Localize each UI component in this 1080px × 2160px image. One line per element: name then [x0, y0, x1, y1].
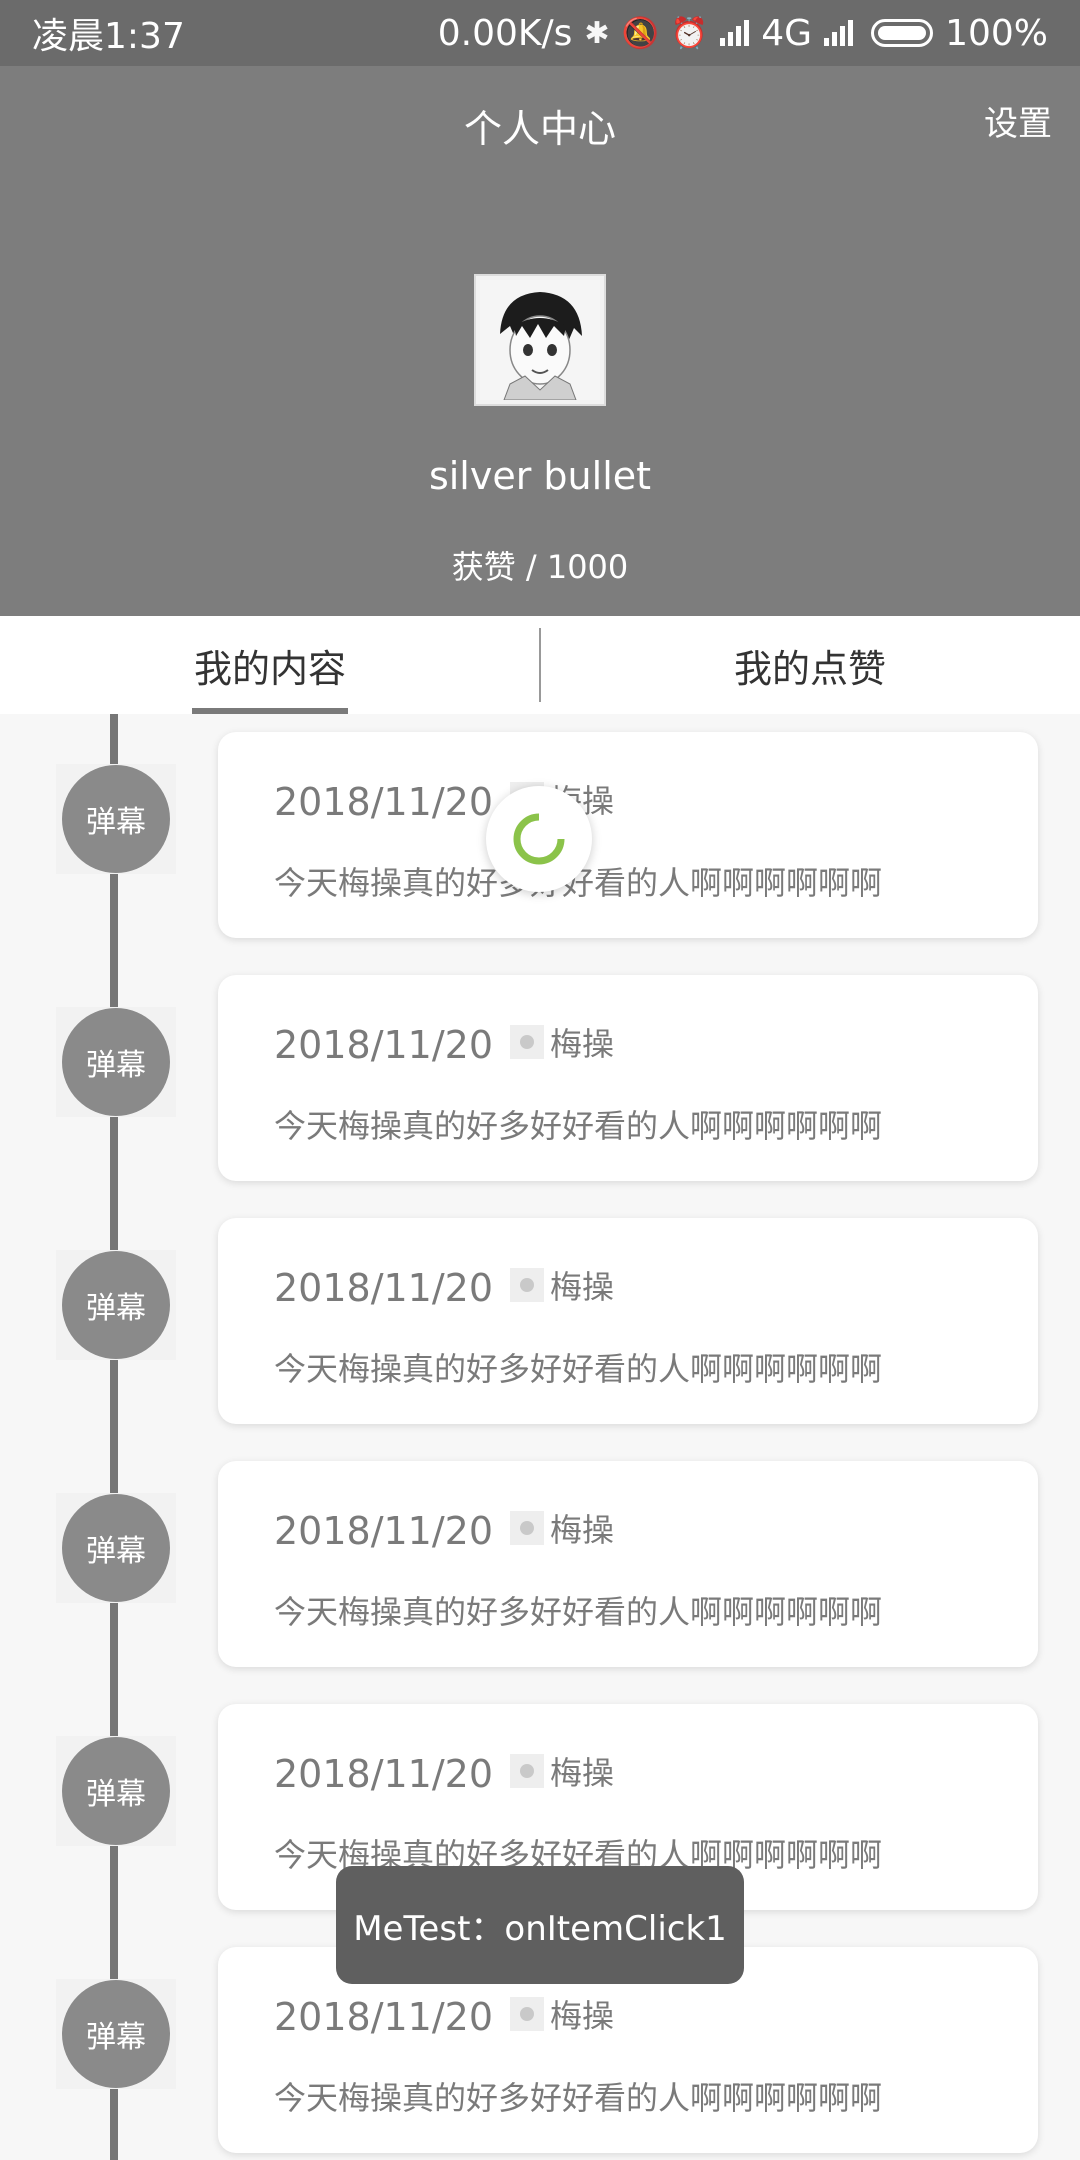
- content-card[interactable]: 2018/11/20 梅操 今天梅操真的好多好好看的人啊啊啊啊啊啊: [218, 732, 1038, 938]
- card-date: 2018/11/20: [274, 1509, 494, 1553]
- card-location: 梅操: [510, 1262, 614, 1308]
- danmu-badge: 弹幕: [62, 765, 170, 873]
- bluetooth-icon: ✱: [584, 15, 610, 51]
- location-pin-icon: [510, 1268, 544, 1302]
- location-label: 梅操: [550, 1025, 615, 1063]
- card-text: 今天梅操真的好多好好看的人啊啊啊啊啊啊: [274, 1350, 883, 1388]
- location-pin-icon: [510, 1025, 544, 1059]
- refresh-spinner-icon: [513, 813, 565, 865]
- card-date: 2018/11/20: [274, 780, 494, 824]
- card-date: 2018/11/20: [274, 1023, 494, 1067]
- card-text: 今天梅操真的好多好好看的人啊啊啊啊啊啊: [274, 2079, 883, 2117]
- content-card[interactable]: 2018/11/20 梅操 今天梅操真的好多好好看的人啊啊啊啊啊啊: [218, 975, 1038, 1181]
- username: silver bullet: [428, 454, 652, 498]
- network-type: 4G: [761, 12, 813, 54]
- tab-my-content[interactable]: 我的内容: [0, 616, 540, 714]
- list-item[interactable]: 弹幕 2018/11/20 梅操 今天梅操真的好多好好看的人啊啊啊啊啊啊: [0, 1443, 1080, 1667]
- badge-wrap: 弹幕: [56, 1736, 176, 1846]
- card-date: 2018/11/20: [274, 1995, 494, 2039]
- badge-wrap: 弹幕: [56, 764, 176, 874]
- avatar[interactable]: [474, 274, 606, 406]
- badge-wrap: 弹幕: [56, 1007, 176, 1117]
- location-label: 梅操: [550, 1511, 615, 1549]
- status-bar: 凌晨1:37 0.00K/s ✱ 🔕 ⏰ 4G 100%: [0, 0, 1080, 66]
- danmu-badge: 弹幕: [62, 1008, 170, 1116]
- profile-header: 个人中心 设置 silver bullet 获赞 / 1000: [0, 66, 1080, 616]
- card-location: 梅操: [510, 1019, 614, 1065]
- toast-message: MeTest：onItemClick1: [336, 1866, 744, 1984]
- card-text: 今天梅操真的好多好好看的人啊啊啊啊啊啊: [274, 1107, 883, 1145]
- content-card[interactable]: 2018/11/20 梅操 今天梅操真的好多好好看的人啊啊啊啊啊啊: [218, 1461, 1038, 1667]
- danmu-badge: 弹幕: [62, 1494, 170, 1602]
- location-label: 梅操: [550, 1268, 615, 1306]
- badge-wrap: 弹幕: [56, 1493, 176, 1603]
- network-speed: 0.00K/s: [437, 12, 573, 54]
- likes-count: 获赞 / 1000: [451, 548, 629, 586]
- location-pin-icon: [510, 1511, 544, 1545]
- card-date: 2018/11/20: [274, 1266, 494, 1310]
- danmu-badge: 弹幕: [62, 1737, 170, 1845]
- badge-wrap: 弹幕: [56, 1250, 176, 1360]
- status-time: 凌晨1:37: [32, 16, 185, 57]
- card-date: 2018/11/20: [274, 1752, 494, 1796]
- signal-icon: [824, 20, 854, 46]
- danmu-badge: 弹幕: [62, 1980, 170, 2088]
- signal-hd-icon: [720, 20, 750, 46]
- settings-button[interactable]: 设置: [984, 96, 1052, 145]
- card-text: 今天梅操真的好多好好看的人啊啊啊啊啊啊: [274, 1593, 883, 1631]
- avatar-image: [480, 280, 600, 400]
- alarm-icon: ⏰: [670, 15, 709, 51]
- card-location: 梅操: [510, 1748, 614, 1794]
- loading-spinner: [486, 786, 592, 892]
- battery-level: 100%: [945, 12, 1048, 54]
- card-location: 梅操: [510, 1991, 614, 2037]
- location-label: 梅操: [550, 1754, 615, 1792]
- badge-wrap: 弹幕: [56, 1979, 176, 2089]
- status-icons: 0.00K/s ✱ 🔕 ⏰ 4G 100%: [438, 13, 1048, 54]
- list-item[interactable]: 弹幕 2018/11/20 梅操 今天梅操真的好多好好看的人啊啊啊啊啊啊: [0, 1686, 1080, 1910]
- battery-icon: [871, 19, 934, 47]
- location-label: 梅操: [550, 1997, 615, 2035]
- mute-icon: 🔕: [621, 15, 659, 51]
- page-title: 个人中心: [463, 107, 616, 151]
- card-location: 梅操: [510, 1505, 614, 1551]
- tab-divider: [539, 628, 541, 702]
- content-card[interactable]: 2018/11/20 梅操 今天梅操真的好多好好看的人啊啊啊啊啊啊: [218, 1218, 1038, 1424]
- list-item[interactable]: 弹幕 2018/11/20 梅操 今天梅操真的好多好好看的人啊啊啊啊啊啊: [0, 957, 1080, 1181]
- danmu-badge: 弹幕: [62, 1251, 170, 1359]
- location-pin-icon: [510, 1997, 544, 2031]
- tab-my-likes[interactable]: 我的点赞: [540, 616, 1080, 714]
- tab-bar: 我的内容 我的点赞: [0, 616, 1080, 714]
- location-pin-icon: [510, 1754, 544, 1788]
- list-item[interactable]: 弹幕 2018/11/20 梅操 今天梅操真的好多好好看的人啊啊啊啊啊啊: [0, 1200, 1080, 1424]
